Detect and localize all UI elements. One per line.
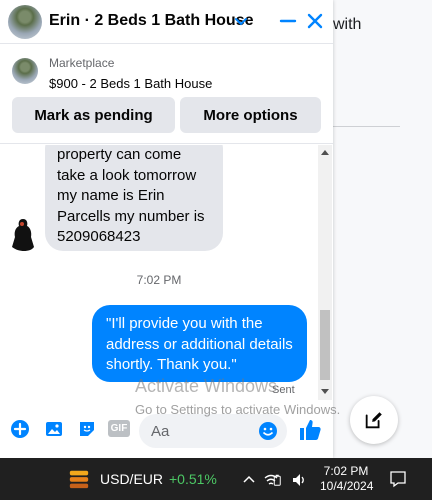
scroll-up-icon[interactable]: [321, 150, 329, 155]
message-timestamp: 7:02 PM: [136, 273, 182, 287]
background-panel: [333, 0, 432, 458]
message-input-placeholder: Aa: [151, 423, 170, 440]
message-input[interactable]: Aa: [139, 414, 287, 448]
system-clock[interactable]: 7:02 PM 10/4/2024: [320, 464, 374, 494]
mark-as-pending-button[interactable]: Mark as pending: [12, 97, 175, 133]
stock-widget-icon[interactable]: [68, 468, 90, 490]
stock-ticker[interactable]: USD/EUR: [100, 471, 163, 487]
sticker-icon[interactable]: [77, 419, 97, 439]
stock-change[interactable]: +0.51%: [169, 471, 217, 487]
incoming-message[interactable]: property can come take a look tomorrow m…: [45, 145, 223, 251]
photo-icon[interactable]: [44, 419, 64, 439]
chevron-down-icon[interactable]: [234, 14, 248, 28]
background-partial-text: with: [333, 16, 362, 33]
message-line: property can come: [57, 146, 182, 163]
close-icon[interactable]: [306, 12, 324, 30]
listing-thumbnail[interactable]: [12, 58, 38, 84]
minimize-icon[interactable]: [279, 12, 297, 30]
chevron-up-icon[interactable]: [242, 473, 256, 487]
scrollbar-thumb[interactable]: [320, 310, 330, 380]
new-message-button[interactable]: [350, 396, 398, 444]
outgoing-message[interactable]: "I'll provide you with the address or ad…: [92, 305, 307, 382]
thumbs-up-icon[interactable]: [298, 418, 322, 442]
message-line: "I'll provide you with the: [106, 315, 263, 332]
message-line: Parcells my number is: [57, 207, 205, 225]
sender-avatar[interactable]: [10, 217, 36, 253]
message-line: take a look tomorrow: [57, 166, 197, 184]
scroll-down-icon[interactable]: [321, 389, 329, 394]
marketplace-label: Marketplace: [49, 56, 115, 70]
battery-icon[interactable]: [272, 472, 284, 488]
activation-watermark-subtitle: Go to Settings to activate Windows.: [135, 402, 341, 417]
marketplace-banner: Marketplace $900 - 2 Beds 1 Bath House M…: [0, 44, 333, 144]
message-line: address or additional details: [106, 335, 293, 353]
listing-title[interactable]: $900 - 2 Beds 1 Bath House: [49, 76, 212, 91]
taskbar: USD/EUR +0.51% 7:02 PM 10/4/2024: [0, 458, 432, 500]
avatar[interactable]: [8, 5, 42, 39]
scrollbar[interactable]: [318, 145, 332, 400]
message-line: shortly. Thank you.": [106, 356, 237, 373]
clock-time: 7:02 PM: [323, 464, 369, 478]
activation-watermark-title: Activate Windows: [135, 376, 278, 396]
speaker-icon[interactable]: [291, 472, 307, 488]
plus-icon[interactable]: [10, 419, 30, 439]
message-line: 5209068423: [57, 228, 141, 245]
gif-icon[interactable]: GIF: [108, 420, 130, 437]
message-line: my name is Erin: [57, 187, 165, 204]
notification-icon[interactable]: [389, 470, 407, 488]
chat-header: Erin · 2 Beds 1 Bath House: [0, 0, 333, 44]
emoji-icon[interactable]: [258, 421, 278, 441]
compose-icon: [365, 412, 382, 429]
conversation-title[interactable]: Erin · 2 Beds 1 Bath House: [49, 12, 254, 30]
clock-date: 10/4/2024: [320, 479, 374, 493]
more-options-button[interactable]: More options: [180, 97, 321, 133]
background-divider: [333, 126, 400, 127]
message-list: property can come take a look tomorrow m…: [0, 145, 333, 400]
